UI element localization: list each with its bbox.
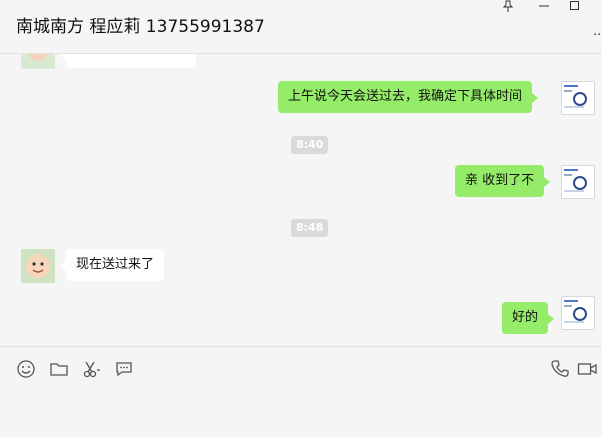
folder-icon[interactable]: [49, 359, 69, 379]
message-bubble-received[interactable]: [60, 54, 196, 68]
title-bar: 南城南方 程应莉 13755991387 ···: [0, 0, 602, 54]
message-bubble-sent[interactable]: 亲 收到了不: [455, 165, 551, 197]
maximize-icon[interactable]: [569, 0, 581, 14]
contact-avatar[interactable]: [21, 54, 55, 69]
chat-bubble-icon[interactable]: [114, 359, 134, 379]
chat-title: 南城南方 程应莉 13755991387: [16, 17, 265, 37]
scissors-icon[interactable]: [82, 359, 102, 379]
input-toolbar: [0, 346, 602, 390]
message-list[interactable]: 上午说今天会送过去，我确定下具体时间 8:40 亲 收到了不 8:48 现在送过…: [0, 54, 602, 346]
message-bubble-sent[interactable]: 上午说今天会送过去，我确定下具体时间: [278, 81, 539, 113]
contact-avatar[interactable]: [21, 249, 55, 283]
my-avatar[interactable]: [561, 296, 595, 330]
my-avatar[interactable]: [561, 165, 595, 199]
timestamp: 8:48: [291, 219, 329, 237]
emoji-icon[interactable]: [16, 359, 36, 379]
pin-icon[interactable]: [502, 0, 514, 14]
message-input[interactable]: [0, 390, 602, 437]
phone-icon[interactable]: [550, 359, 570, 379]
video-icon[interactable]: [577, 359, 597, 379]
my-avatar[interactable]: [561, 81, 595, 115]
minimize-icon[interactable]: [538, 0, 550, 14]
more-icon[interactable]: ···: [593, 28, 602, 43]
timestamp: 8:40: [291, 136, 329, 154]
message-bubble-sent[interactable]: 好的: [502, 302, 555, 334]
message-bubble-received[interactable]: 现在送过来了: [59, 249, 165, 281]
